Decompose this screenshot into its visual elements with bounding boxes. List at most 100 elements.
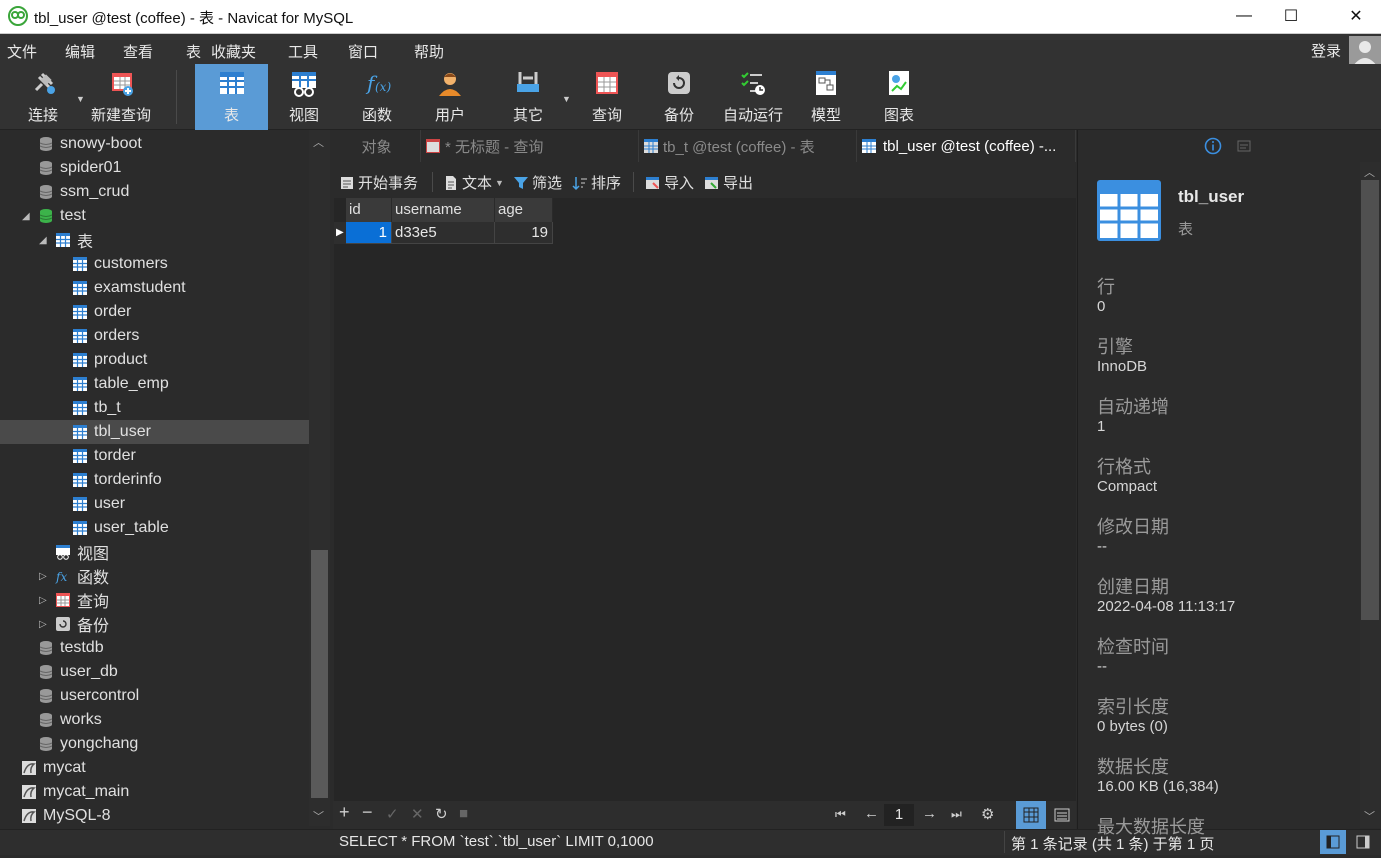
- tab-untitled-query[interactable]: * 无标题 - 查询: [421, 130, 639, 162]
- delete-record-icon[interactable]: −: [362, 802, 373, 823]
- filter-button[interactable]: 筛选: [513, 172, 562, 193]
- collapsed-arrow-icon[interactable]: ▷: [39, 619, 47, 630]
- next-page-icon[interactable]: →: [922, 805, 937, 822]
- login-link[interactable]: 登录: [1311, 40, 1341, 61]
- tree-item[interactable]: mycat: [0, 756, 309, 780]
- stop-icon[interactable]: ■: [459, 805, 468, 822]
- form-view-button[interactable]: [1049, 801, 1075, 829]
- tree-item[interactable]: testdb: [0, 636, 309, 660]
- toolbar-model-button[interactable]: 模型: [792, 64, 860, 130]
- tree-item[interactable]: torder: [0, 444, 309, 468]
- info-tab-button[interactable]: [1204, 137, 1222, 155]
- sidebar-scroll-thumb[interactable]: [311, 550, 328, 798]
- scroll-down-icon[interactable]: ﹀: [1364, 808, 1375, 824]
- data-grid[interactable]: id username age ▶ 1 d33e5 19: [334, 198, 1076, 801]
- tree-item[interactable]: mycat_main: [0, 780, 309, 804]
- menu-file[interactable]: 文件: [7, 41, 37, 62]
- connect-dropdown-icon[interactable]: ▼: [76, 94, 85, 104]
- close-button[interactable]: ✕: [1333, 0, 1379, 32]
- toolbar-user-button[interactable]: 用户: [416, 64, 484, 130]
- collapsed-arrow-icon[interactable]: ▷: [39, 571, 47, 582]
- info-scroll-thumb[interactable]: [1361, 180, 1379, 620]
- toolbar-table-button[interactable]: 表: [195, 64, 268, 130]
- page-number-input[interactable]: 1: [884, 804, 914, 826]
- maximize-button[interactable]: ☐: [1268, 0, 1314, 32]
- tree-item[interactable]: torderinfo: [0, 468, 309, 492]
- column-header-id[interactable]: id: [346, 198, 392, 222]
- menu-tools[interactable]: 工具: [288, 41, 318, 62]
- connection-tree[interactable]: snowy-boot spider01 ssm_crud ◢ test ◢ 表 custome…: [0, 130, 330, 826]
- tree-item[interactable]: order: [0, 300, 309, 324]
- expanded-arrow-icon[interactable]: ◢: [39, 235, 47, 246]
- tree-item[interactable]: user: [0, 492, 309, 516]
- last-page-icon[interactable]: ⏭: [951, 807, 962, 822]
- tree-item[interactable]: usercontrol: [0, 684, 309, 708]
- toolbar-query-button[interactable]: 查询: [573, 64, 641, 130]
- table-cell-username[interactable]: d33e5: [392, 222, 495, 244]
- scroll-up-icon[interactable]: ︿: [1364, 164, 1375, 180]
- menu-help[interactable]: 帮助: [414, 41, 444, 62]
- tree-item[interactable]: examstudent: [0, 276, 309, 300]
- tree-item[interactable]: MySQL-8: [0, 804, 309, 826]
- toolbar-backup-button[interactable]: 备份: [645, 64, 713, 130]
- menu-window[interactable]: 窗口: [348, 41, 378, 62]
- other-dropdown-icon[interactable]: ▼: [562, 94, 571, 104]
- tree-item[interactable]: 视图: [0, 540, 309, 564]
- tree-item[interactable]: tb_t: [0, 396, 309, 420]
- tree-item[interactable]: ▷ 备份: [0, 612, 309, 636]
- toggle-right-panel-button[interactable]: [1350, 830, 1376, 854]
- tree-item[interactable]: ◢ test: [0, 204, 309, 228]
- import-button[interactable]: 导入: [645, 172, 694, 193]
- apply-changes-icon[interactable]: ✓: [386, 805, 399, 823]
- tree-item[interactable]: ▷ fx 函数: [0, 564, 309, 588]
- add-record-icon[interactable]: +: [339, 802, 350, 823]
- expanded-arrow-icon[interactable]: ◢: [22, 211, 30, 222]
- toolbar-schedule-button[interactable]: 自动运行: [719, 64, 787, 130]
- tree-item[interactable]: table_emp: [0, 372, 309, 396]
- refresh-icon[interactable]: ↻: [435, 805, 448, 823]
- text-button[interactable]: 文本 ▼: [443, 172, 504, 193]
- table-cell-id[interactable]: 1: [346, 222, 392, 244]
- tree-item[interactable]: tbl_user: [0, 420, 309, 444]
- tree-item[interactable]: orders: [0, 324, 309, 348]
- menu-table[interactable]: 表: [186, 41, 201, 62]
- tree-item[interactable]: works: [0, 708, 309, 732]
- tab-tbl-user[interactable]: tbl_user @test (coffee) -...: [857, 130, 1076, 162]
- tree-item[interactable]: customers: [0, 252, 309, 276]
- begin-transaction-button[interactable]: 开始事务: [339, 172, 418, 193]
- tree-item[interactable]: user_db: [0, 660, 309, 684]
- toolbar-view-button[interactable]: 视图: [270, 64, 338, 130]
- first-page-icon[interactable]: ⏮: [835, 807, 846, 822]
- menu-favorites[interactable]: 收藏夹: [211, 41, 256, 62]
- grid-view-button[interactable]: [1016, 801, 1046, 829]
- tab-tb-t[interactable]: tb_t @test (coffee) - 表: [639, 130, 857, 162]
- previous-page-icon[interactable]: ←: [864, 805, 879, 822]
- scroll-down-icon[interactable]: ﹀: [313, 808, 324, 824]
- scroll-up-icon[interactable]: ︿: [313, 134, 324, 150]
- menu-view[interactable]: 查看: [123, 41, 153, 62]
- ddl-tab-button[interactable]: [1236, 138, 1252, 154]
- column-header-age[interactable]: age: [495, 198, 553, 222]
- tree-item[interactable]: spider01: [0, 156, 309, 180]
- tree-item[interactable]: ssm_crud: [0, 180, 309, 204]
- tree-item[interactable]: product: [0, 348, 309, 372]
- avatar[interactable]: [1349, 36, 1381, 66]
- tree-item[interactable]: ▷ 查询: [0, 588, 309, 612]
- tree-item[interactable]: user_table: [0, 516, 309, 540]
- settings-gear-icon[interactable]: ⚙: [981, 805, 994, 823]
- minimize-button[interactable]: —: [1221, 0, 1267, 32]
- menu-edit[interactable]: 编辑: [65, 41, 95, 62]
- table-cell-age[interactable]: 19: [495, 222, 553, 244]
- toolbar-function-button[interactable]: f (x) 函数: [343, 64, 411, 130]
- toolbar-other-button[interactable]: 其它: [494, 64, 562, 130]
- tree-item[interactable]: ◢ 表: [0, 228, 309, 252]
- toolbar-connect-button[interactable]: 连接: [10, 64, 76, 130]
- toolbar-new-query-button[interactable]: 新建查询: [86, 64, 156, 130]
- tree-item[interactable]: snowy-boot: [0, 132, 309, 156]
- discard-changes-icon[interactable]: ✕: [411, 805, 424, 823]
- collapsed-arrow-icon[interactable]: ▷: [39, 595, 47, 606]
- toolbar-chart-button[interactable]: 图表: [865, 64, 933, 130]
- toggle-left-panel-button[interactable]: [1320, 830, 1346, 854]
- export-button[interactable]: 导出: [704, 172, 753, 193]
- tab-objects[interactable]: 对象: [333, 130, 421, 162]
